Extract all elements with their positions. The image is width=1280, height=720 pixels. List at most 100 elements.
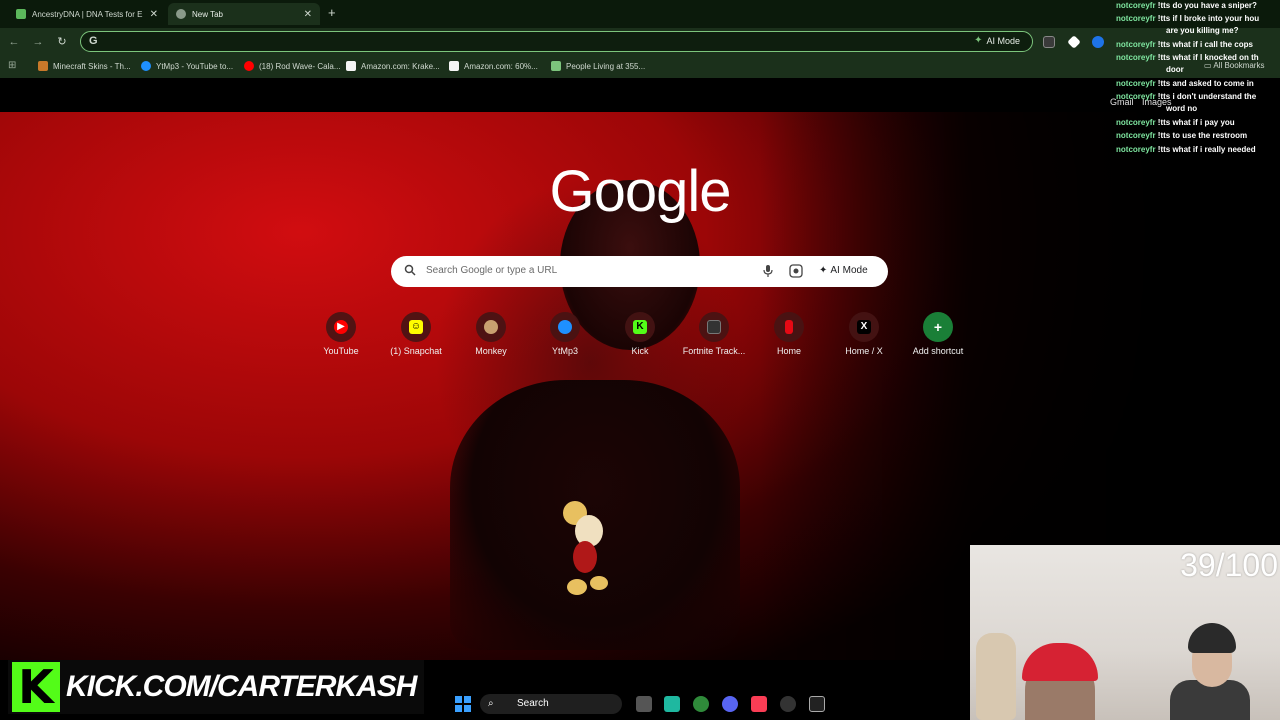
chat-username: notcoreyfr [1116, 40, 1156, 49]
reload-icon[interactable]: ↻ [54, 34, 70, 50]
shortcut-label: YtMp3 [551, 346, 578, 356]
chat-username: notcoreyfr [1116, 53, 1156, 62]
shortcut-tile: X [849, 312, 879, 342]
ai-mode-button[interactable]: ✦ AI Mode [974, 35, 1020, 46]
ytmp3-icon [141, 61, 151, 71]
bookmark-label: People Living at 355... [566, 61, 646, 71]
chat-message: notcoreyfr !tts do you have a sniper? [1116, 1, 1280, 11]
microphone-icon[interactable] [762, 264, 774, 278]
search-icon [404, 264, 416, 276]
shortcut-tile [774, 312, 804, 342]
chat-text: !tts and asked to come in [1157, 79, 1254, 88]
mickey-graphic [563, 501, 608, 595]
google-lens-icon[interactable] [789, 264, 803, 278]
chat-text: !tts what if i call the cops [1157, 40, 1253, 49]
close-tab-icon[interactable]: ✕ [304, 9, 312, 20]
bookmark-item[interactable]: Amazon.com: Krake... [346, 61, 440, 71]
forward-arrow-icon[interactable]: → [30, 34, 46, 50]
shortcut-youtube[interactable]: ▶ YouTube [306, 312, 376, 356]
apps-grid-icon[interactable]: ⊞ [8, 61, 18, 71]
chat-username: notcoreyfr [1116, 92, 1156, 101]
chat-message: door [1116, 65, 1280, 75]
shortcut-monkey[interactable]: Monkey [456, 312, 526, 356]
shortcut-tile: ☺ [401, 312, 431, 342]
tab-label: New Tab [192, 9, 223, 19]
chat-username: notcoreyfr [1116, 145, 1156, 154]
taskbar-search[interactable]: ⌕ Search [480, 694, 622, 714]
netflix-icon [785, 320, 793, 334]
back-arrow-icon[interactable]: ← [6, 34, 22, 50]
search-icon: ⌕ [488, 698, 494, 709]
bookmark-item[interactable]: YtMp3 - YouTube to... [141, 61, 233, 71]
toy-figure [976, 633, 1016, 720]
bookmark-label: YtMp3 - YouTube to... [156, 61, 234, 71]
shortcut-label: Add shortcut [912, 346, 964, 356]
search-box[interactable]: Search Google or type a URL ✦ AI Mode [391, 256, 888, 287]
chat-username: notcoreyfr [1116, 79, 1156, 88]
ai-mode-button[interactable]: ✦ AI Mode [819, 265, 868, 276]
shortcut-add[interactable]: + Add shortcut [903, 312, 973, 356]
chat-message: notcoreyfr !tts what if I knocked on th [1116, 53, 1280, 63]
snapchat-icon: ☺ [409, 320, 423, 334]
chat-text: !tts what if i pay you [1157, 118, 1235, 127]
shortcut-home[interactable]: Home [754, 312, 824, 356]
chat-message: are you killing me? [1116, 26, 1280, 36]
shortcut-tile: ▶ [326, 312, 356, 342]
extension-icon[interactable] [1043, 36, 1055, 48]
plus-icon: + [933, 319, 943, 335]
bookmark-label: Amazon.com: 60%... [464, 61, 538, 71]
red-cap [1022, 643, 1098, 681]
chat-message: notcoreyfr !tts what if i pay you [1116, 118, 1280, 128]
youtube-icon [244, 61, 254, 71]
ai-mode-label: AI Mode [986, 35, 1020, 46]
shortcut-label: (1) Snapchat [390, 346, 442, 356]
discord-icon[interactable] [722, 696, 738, 712]
chat-message: notcoreyfr !tts i don't understand the [1116, 92, 1280, 102]
tab-ancestry[interactable]: AncestryDNA | DNA Tests for E ✕ [8, 3, 166, 25]
screen: AncestryDNA | DNA Tests for E ✕ New Tab … [0, 0, 1280, 720]
game-controller-icon[interactable] [809, 696, 825, 712]
goal-counter: 39/100 [1180, 547, 1278, 583]
bookmark-item[interactable]: (18) Rod Wave- Cala... [244, 61, 341, 71]
webcam-overlay: 39/100 [970, 545, 1280, 720]
address-bar[interactable]: G ✦ AI Mode [80, 31, 1033, 52]
shortcut-snapchat[interactable]: ☺ (1) Snapchat [381, 312, 451, 356]
bookmark-item[interactable]: People Living at 355... [551, 61, 645, 71]
apple-music-icon[interactable] [751, 696, 767, 712]
shortcut-label: Home [776, 346, 801, 356]
4k-downloader-icon[interactable] [780, 696, 796, 712]
shortcut-kick[interactable]: K Kick [605, 312, 675, 356]
tab-label: AncestryDNA | DNA Tests for E [32, 9, 143, 19]
bookmark-item[interactable]: Minecraft Skins - Th... [38, 61, 131, 71]
shortcut-ytmp3[interactable]: YtMp3 [530, 312, 600, 356]
tab-new-tab[interactable]: New Tab ✕ [168, 3, 320, 25]
shortcut-tile: K [625, 312, 655, 342]
taskbar-search-label: Search [517, 698, 549, 709]
shortcut-label: Home / X [845, 346, 883, 356]
chat-message: notcoreyfr !tts what if i call the cops [1116, 40, 1280, 50]
extension-blue-icon[interactable] [1092, 36, 1104, 48]
chrome-taskbar-icon[interactable] [693, 696, 709, 712]
chat-text: !tts what if I knocked on th [1157, 53, 1259, 62]
task-view-icon[interactable] [636, 696, 652, 712]
chat-message: notcoreyfr !tts if I broke into your hou [1116, 14, 1280, 24]
bookmark-item[interactable]: Amazon.com: 60%... [449, 61, 538, 71]
new-tab-plus-icon[interactable]: + [328, 5, 336, 20]
chat-text: are you killing me? [1166, 26, 1239, 35]
windows-start-icon[interactable] [455, 696, 471, 712]
ai-mode-label: AI Mode [830, 265, 868, 276]
shortcut-label: Monkey [475, 346, 507, 356]
google-g-icon: G [89, 35, 98, 47]
close-tab-icon[interactable]: ✕ [150, 9, 158, 20]
chat-message: word no [1116, 104, 1280, 114]
app-icon[interactable] [664, 696, 680, 712]
bookmark-label: Amazon.com: Krake... [361, 61, 440, 71]
shortcut-tile [476, 312, 506, 342]
amazon-icon [346, 61, 356, 71]
google-logo: Google [549, 159, 731, 224]
guest-hair [1188, 623, 1236, 653]
shortcut-home-x[interactable]: X Home / X [829, 312, 899, 356]
chat-username: notcoreyfr [1116, 1, 1156, 10]
monkey-icon [484, 320, 498, 334]
shortcut-fortnite-tracker[interactable]: Fortnite Track... [679, 312, 749, 356]
